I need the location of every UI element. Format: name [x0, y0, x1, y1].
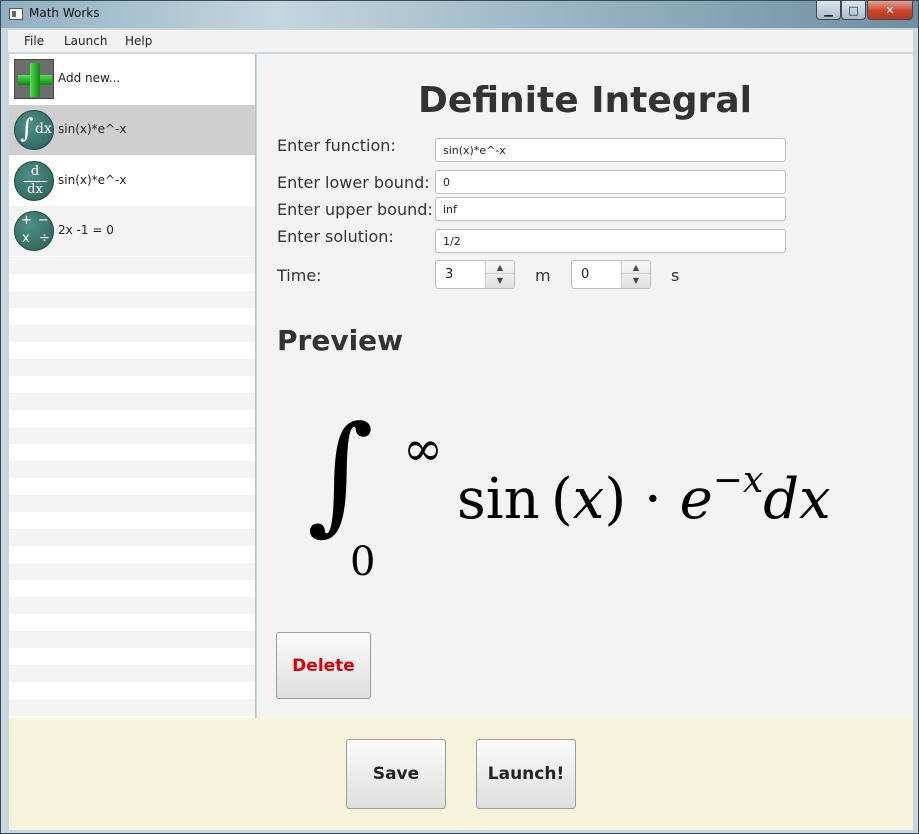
- operators-icon: + − x ÷: [14, 211, 54, 251]
- list-item-integral[interactable]: ∫ dx sin(x)*e^-x: [9, 105, 255, 155]
- title-bar[interactable]: Math Works ▁ □ ✕: [1, 1, 918, 28]
- launch-button[interactable]: Launch!: [476, 739, 576, 809]
- integral-sign: ∫: [307, 399, 374, 548]
- time-label: Time:: [277, 266, 322, 285]
- function-label: Enter function:: [277, 136, 396, 155]
- seconds-unit: s: [671, 266, 680, 285]
- editor-panel: Definite Integral Enter function: Enter …: [257, 54, 913, 718]
- minimize-button[interactable]: ▁: [816, 1, 841, 20]
- problem-list[interactable]: Add new... ∫ dx sin(x)*e^-x d dx sin(x)*…: [9, 54, 256, 718]
- solution-input[interactable]: [435, 229, 786, 253]
- footer-bar: Save Launch!: [9, 718, 913, 830]
- delete-button[interactable]: Delete: [276, 632, 371, 699]
- minutes-unit: m: [535, 266, 551, 285]
- add-icon: [14, 59, 54, 99]
- seconds-increment-icon[interactable]: ▲: [622, 261, 650, 274]
- upper-bound-input[interactable]: [435, 197, 786, 221]
- menu-help[interactable]: Help: [125, 34, 152, 48]
- list-empty-area: [9, 257, 255, 718]
- window-title: Math Works: [29, 6, 100, 20]
- list-item-label: Add new...: [58, 71, 121, 85]
- list-item-label: sin(x)*e^-x: [58, 173, 127, 187]
- seconds-decrement-icon[interactable]: ▼: [622, 274, 650, 287]
- lower-limit: 0: [350, 539, 376, 585]
- maximize-button[interactable]: □: [841, 1, 866, 20]
- list-item-label: 2x -1 = 0: [58, 223, 114, 237]
- solution-label: Enter solution:: [277, 227, 394, 246]
- list-item-equation[interactable]: + − x ÷ 2x -1 = 0: [9, 206, 255, 256]
- app-window: Math Works ▁ □ ✕ File Launch Help Add ne…: [0, 0, 919, 834]
- seconds-value[interactable]: 0: [581, 267, 589, 282]
- minutes-value[interactable]: 3: [445, 267, 453, 282]
- function-input[interactable]: [435, 138, 786, 162]
- app-icon: [9, 8, 23, 20]
- lower-bound-input[interactable]: [435, 170, 786, 194]
- integral-icon: ∫ dx: [14, 110, 54, 150]
- page-title: Definite Integral: [418, 80, 752, 121]
- integrand: sin (x) · e−xdx: [457, 460, 831, 532]
- close-button[interactable]: ✕: [867, 1, 913, 20]
- derivative-icon: d dx: [14, 161, 54, 201]
- menu-bar: File Launch Help: [8, 30, 913, 53]
- lower-bound-label: Enter lower bound:: [277, 173, 430, 192]
- menu-file[interactable]: File: [24, 34, 44, 48]
- menu-launch[interactable]: Launch: [64, 34, 107, 48]
- save-button[interactable]: Save: [346, 739, 446, 809]
- preview-title: Preview: [277, 324, 404, 357]
- upper-limit: ∞: [403, 421, 443, 477]
- list-item-add-new[interactable]: Add new...: [9, 54, 255, 104]
- formula-preview: ∫ ∞ 0 sin (x) · e−xdx: [307, 399, 907, 589]
- upper-bound-label: Enter upper bound:: [277, 200, 433, 219]
- list-item-label: sin(x)*e^-x: [58, 122, 127, 136]
- seconds-spinner[interactable]: 0 ▲ ▼: [571, 260, 651, 289]
- minutes-decrement-icon[interactable]: ▼: [486, 274, 514, 287]
- list-item-derivative[interactable]: d dx sin(x)*e^-x: [9, 156, 255, 206]
- minutes-increment-icon[interactable]: ▲: [486, 261, 514, 274]
- minutes-spinner[interactable]: 3 ▲ ▼: [435, 260, 515, 289]
